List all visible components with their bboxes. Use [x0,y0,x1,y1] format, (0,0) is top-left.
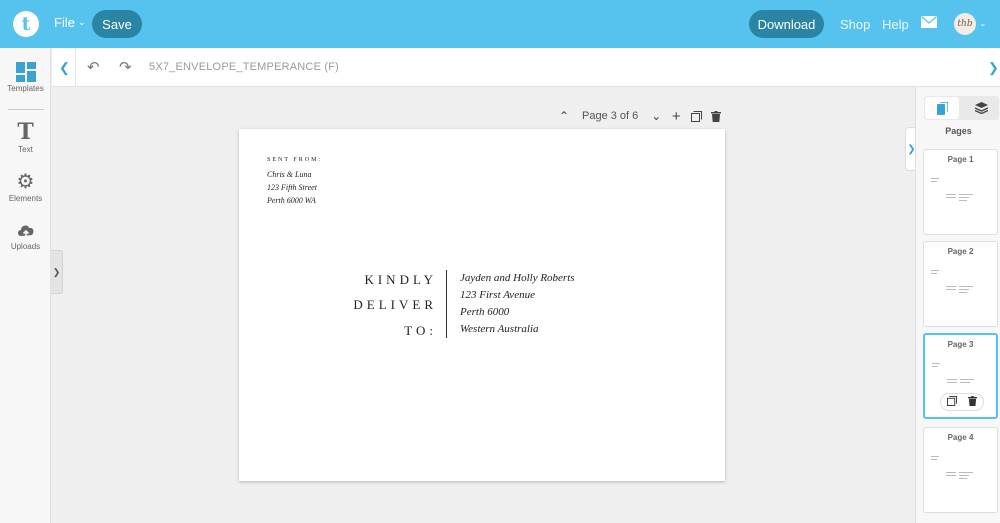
duplicate-page-icon[interactable] [946,396,957,408]
sidebar-divider [8,109,44,110]
deliver-heading-line[interactable]: KINDLY [364,272,437,288]
recipient-line[interactable]: Perth 6000 [460,306,509,318]
panel-tabs [924,96,999,120]
redo-icon[interactable]: ↷ [119,58,132,76]
tab-layers[interactable] [964,97,998,119]
add-page-icon[interactable]: + [668,108,684,125]
page-thumbnail-preview [931,268,991,308]
pages-panel-title: Pages [945,126,972,136]
chevron-right-icon: ❯ [52,266,61,277]
page-thumbnail[interactable]: Page 1 [923,149,998,235]
recipient-line[interactable]: Western Australia [460,323,539,335]
templates-icon [15,62,36,82]
sidebar-item-elements[interactable]: ⚙ Elements [0,172,51,203]
sidebar-item-templates[interactable]: Templates [0,62,51,93]
document-title[interactable]: 5X7_ENVELOPE_TEMPERANCE (F) [149,61,339,73]
sidebar-item-uploads[interactable]: Uploads [0,222,51,251]
expand-left-panel-tab[interactable]: ❯ [51,250,63,294]
sidebar-item-text[interactable]: T Text [0,121,51,154]
recipient-line[interactable]: Jayden and Holly Roberts [460,272,575,284]
delete-page-icon[interactable] [708,110,724,122]
layers-icon [974,102,988,114]
page-controls: ⌃ Page 3 of 6 ⌄ + [556,108,724,125]
left-sidebar: Templates T Text ⚙ Elements Uploads [0,48,51,523]
deliver-heading-line[interactable]: TO: [404,323,437,339]
page-indicator: Page 3 of 6 [582,110,639,122]
avatar[interactable]: thb [954,13,976,35]
app-logo[interactable]: t [13,11,39,37]
help-link[interactable]: Help [882,17,909,32]
sender-line[interactable]: 123 Fifth Street [267,183,317,192]
chevron-right-icon[interactable]: ❯ [988,60,999,76]
sender-line[interactable]: Chris & Luna [267,170,311,179]
page-thumbnail[interactable]: Page 4 [923,427,998,513]
page-thumbnail-preview [931,176,991,216]
sidebar-item-label: Templates [7,84,44,93]
pages-icon [936,101,948,115]
page-thumbnail[interactable]: Page 2 [923,241,998,327]
chevron-down-icon: ⌄ [77,17,86,27]
download-button[interactable]: Download [749,10,824,38]
save-button[interactable]: Save [92,10,142,38]
tab-pages[interactable] [925,97,959,119]
undo-icon[interactable]: ↶ [87,58,100,76]
gear-icon: ⚙ [16,171,35,193]
duplicate-page-icon[interactable] [688,110,704,122]
toolbar-divider [75,48,76,87]
thumbnail-actions [940,393,984,411]
chevron-down-icon[interactable]: ⌄ [648,109,664,123]
upload-cloud-icon [17,225,33,237]
envelope-canvas[interactable]: SENT FROM: Chris & Luna 123 Fifth Street… [239,129,725,481]
chevron-left-icon[interactable]: ❮ [59,60,70,76]
top-bar: t File ⌄ Save Download Shop Help thb ⌄ [0,0,1000,48]
delete-page-icon[interactable] [968,396,978,408]
pages-panel: Pages Page 1 Page 2 Page 3 Page 4 [915,87,1000,523]
page-thumbnail-label: Page 2 [947,247,974,256]
deliver-heading-line[interactable]: DELIVER [353,297,437,313]
page-thumbnail-label: Page 4 [947,433,974,442]
sender-line[interactable]: Perth 6000 WA [267,196,316,205]
chevron-up-icon[interactable]: ⌃ [556,109,572,123]
page-thumbnail-label: Page 1 [947,155,974,164]
recipient-line[interactable]: 123 First Avenue [460,289,535,301]
page-thumbnail-preview [931,454,991,494]
editor-toolbar: ❮ ↶ ↷ 5X7_ENVELOPE_TEMPERANCE (F) ❯ [52,48,1000,87]
page-thumbnail-label: Page 3 [947,340,974,349]
sidebar-item-label: Elements [8,194,43,203]
chevron-down-icon[interactable]: ⌄ [979,18,987,29]
mail-icon[interactable] [921,16,937,28]
text-icon: T [17,119,34,145]
page-thumbnail-active[interactable]: Page 3 [923,333,998,419]
file-menu[interactable]: File ⌄ [54,15,86,30]
file-menu-label: File [54,15,75,30]
address-divider [446,270,447,338]
sent-from-label[interactable]: SENT FROM: [267,157,322,163]
sidebar-item-label: Uploads [10,242,41,251]
sidebar-item-label: Text [18,145,33,154]
shop-link[interactable]: Shop [840,17,870,32]
